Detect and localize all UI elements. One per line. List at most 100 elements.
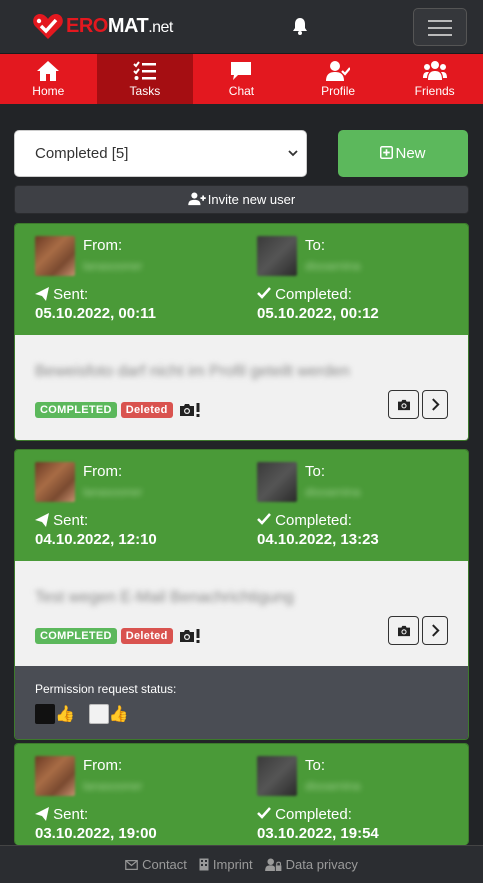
permission-status-row: 👍 👍 — [35, 704, 448, 724]
new-task-label: New — [395, 145, 426, 162]
new-task-button[interactable]: New — [338, 130, 468, 177]
sender-avatar[interactable] — [35, 236, 75, 276]
nav-friends[interactable]: Friends — [386, 54, 483, 104]
home-icon — [37, 61, 60, 81]
users-icon — [422, 61, 447, 80]
nav-label: Friends — [414, 84, 455, 98]
to-label: To: — [305, 463, 326, 480]
paper-plane-icon — [35, 287, 49, 301]
nav-tasks[interactable]: Tasks — [96, 54, 194, 104]
brand-name: EROMAT.net — [66, 14, 173, 37]
completed-label: Completed: — [257, 806, 352, 823]
proof-photo-button[interactable] — [388, 390, 419, 419]
camera-icon — [179, 404, 194, 416]
chevron-right-icon — [432, 398, 440, 411]
proof-photo-button[interactable] — [388, 616, 419, 645]
sender-avatar[interactable] — [35, 462, 75, 502]
task-badges: COMPLETED Deleted — [35, 402, 201, 418]
sender-name[interactable]: lanasooner — [83, 259, 142, 273]
footer-privacy-link[interactable]: Data privacy — [264, 857, 358, 872]
recipient-name[interactable]: disoarnina — [305, 779, 360, 793]
proof-indicator — [179, 403, 201, 417]
nav-label: Home — [32, 84, 65, 98]
completed-label: Completed: — [257, 286, 352, 303]
sent-date: 05.10.2022, 00:11 — [35, 305, 156, 322]
chat-icon — [231, 62, 252, 80]
nav-profile[interactable]: Profile — [290, 54, 387, 104]
from-label: From: — [83, 463, 123, 480]
task-badges: COMPLETED Deleted — [35, 628, 201, 644]
deleted-badge: Deleted — [120, 628, 173, 644]
task-card: From: lanasooner To: disoarnina Sent: 03… — [14, 743, 469, 845]
bell-icon[interactable] — [290, 16, 310, 36]
invite-user-label: Invite new user — [207, 192, 296, 207]
sent-label: Sent: — [35, 806, 88, 823]
invite-user-button[interactable]: Invite new user — [14, 185, 469, 214]
task-card-header: From: lanasooner To: disoarnina Sent: 03… — [15, 744, 468, 845]
user-lock-icon — [264, 858, 282, 871]
sent-date: 04.10.2022, 12:10 — [35, 531, 157, 548]
task-description: Beweisfoto darf nicht im Profil geteilt … — [35, 363, 350, 380]
recipient-name[interactable]: disoarnina — [305, 485, 360, 499]
logo[interactable]: EROMAT.net — [32, 12, 173, 40]
sent-label: Sent: — [35, 512, 88, 529]
sender-name[interactable]: lanasooner — [83, 779, 142, 793]
task-description: Test wegen E-Mail Benachrichtigung — [35, 589, 294, 606]
task-card: From: lanasooner To: disoarnina Sent: 04… — [14, 449, 469, 740]
open-task-button[interactable] — [422, 616, 448, 645]
exclamation-icon — [196, 629, 200, 643]
task-filter-value: Completed [5] — [35, 145, 129, 162]
tasks-icon — [133, 61, 156, 80]
top-bar: EROMAT.net — [0, 0, 483, 54]
sent-label: Sent: — [35, 286, 88, 303]
footer-contact-link[interactable]: Contact — [125, 857, 187, 872]
exclamation-icon — [196, 403, 200, 417]
task-card: From: lanasooner To: disoarnina Sent: 05… — [14, 223, 469, 441]
camera-icon — [179, 630, 194, 642]
task-card-body: Test wegen E-Mail Benachrichtigung COMPL… — [15, 561, 468, 666]
user-plus-icon — [188, 192, 206, 206]
chevron-right-icon — [432, 624, 440, 637]
nav-label: Profile — [321, 84, 356, 98]
footer: Contact Imprint Data privacy — [0, 845, 483, 883]
recipient-avatar[interactable] — [257, 236, 297, 276]
nav-label: Tasks — [129, 84, 161, 98]
footer-imprint-link[interactable]: Imprint — [199, 857, 253, 872]
check-icon — [257, 513, 271, 525]
user-check-icon — [326, 61, 351, 81]
permission-status-title: Permission request status: — [35, 682, 177, 696]
recipient-avatar[interactable] — [257, 462, 297, 502]
completed-date: 05.10.2022, 00:12 — [257, 305, 379, 322]
status-badge: COMPLETED — [35, 628, 117, 644]
permission-avatar[interactable] — [35, 704, 55, 724]
check-icon — [257, 287, 271, 299]
sender-name[interactable]: lanasooner — [83, 485, 142, 499]
completed-label: Completed: — [257, 512, 352, 529]
from-label: From: — [83, 757, 123, 774]
task-filter-select[interactable]: Completed [5] — [14, 130, 307, 177]
nav-label: Chat — [228, 84, 255, 98]
envelope-icon — [125, 859, 138, 870]
sender-avatar[interactable] — [35, 756, 75, 796]
recipient-name[interactable]: disoarnina — [305, 259, 360, 273]
completed-date: 04.10.2022, 13:23 — [257, 531, 379, 548]
main-nav: Home Tasks Chat Profile Friends — [0, 54, 483, 104]
to-label: To: — [305, 757, 326, 774]
sent-date: 03.10.2022, 19:00 — [35, 825, 157, 842]
paper-plane-icon — [35, 513, 49, 527]
recipient-avatar[interactable] — [257, 756, 297, 796]
permission-avatar[interactable] — [88, 704, 109, 724]
open-task-button[interactable] — [422, 390, 448, 419]
completed-date: 03.10.2022, 19:54 — [257, 825, 379, 842]
camera-icon — [398, 625, 410, 637]
proof-indicator — [179, 629, 201, 643]
from-label: From: — [83, 237, 123, 254]
deleted-badge: Deleted — [120, 402, 173, 418]
chevron-down-icon — [288, 150, 298, 157]
camera-icon — [398, 399, 410, 411]
nav-chat[interactable]: Chat — [193, 54, 290, 104]
nav-home[interactable]: Home — [0, 54, 97, 104]
menu-toggle-button[interactable] — [413, 8, 467, 46]
task-card-body: Beweisfoto darf nicht im Profil geteilt … — [15, 335, 468, 440]
permission-status-panel: Permission request status: 👍 👍 — [15, 666, 468, 739]
